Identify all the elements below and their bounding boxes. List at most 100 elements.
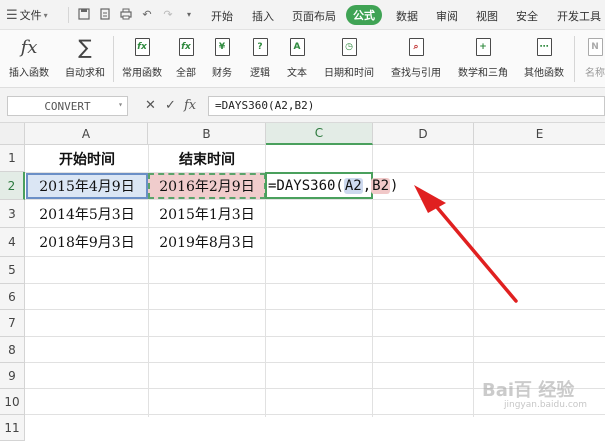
cell-a2[interactable]: 2015年4月9日 xyxy=(26,173,148,199)
all-functions-label: 全部 xyxy=(176,68,196,79)
row-header-10[interactable]: 10 xyxy=(0,389,25,415)
cell-a1[interactable]: 开始时间 xyxy=(26,145,148,172)
row-header-6[interactable]: 6 xyxy=(0,284,25,310)
row-header-8[interactable]: 8 xyxy=(0,337,25,363)
tab-page-layout[interactable]: 页面布局 xyxy=(292,8,336,24)
column-header-a[interactable]: A xyxy=(25,123,148,145)
confirm-icon[interactable]: ✓ xyxy=(165,98,176,113)
column-header-c[interactable]: C xyxy=(266,123,373,145)
cell-b3[interactable]: 2015年1月3日 xyxy=(149,200,265,227)
file-menu-label: 文件 xyxy=(19,9,42,22)
column-header-e[interactable]: E xyxy=(474,123,605,145)
name-box-value: CONVERT xyxy=(44,99,91,113)
logic-icon: ? xyxy=(249,36,271,58)
math-trig-icon: + xyxy=(472,36,494,58)
cancel-icon[interactable]: ✕ xyxy=(145,98,156,113)
tab-data[interactable]: 数据 xyxy=(396,8,418,24)
spreadsheet-grid: A B C D E 1 2 3 4 5 6 7 8 9 10 11 开始时间 结… xyxy=(0,123,605,441)
fx-icon[interactable]: fx xyxy=(184,98,196,113)
function-library-icon: fx xyxy=(175,36,197,58)
finance-button[interactable]: ¥ 财务 xyxy=(206,34,238,84)
logic-button[interactable]: ? 逻辑 xyxy=(244,34,276,84)
formula-input[interactable]: =DAYS360(A2,B2) xyxy=(208,96,605,116)
date-time-label: 日期和时间 xyxy=(324,68,374,79)
common-functions-label: 常用函数 xyxy=(122,68,162,79)
quick-access-dropdown-icon[interactable]: ▾ xyxy=(181,6,197,22)
watermark-logo: Bai百 经验 xyxy=(482,380,575,401)
tab-home[interactable]: 开始 xyxy=(211,8,233,24)
export-pdf-icon[interactable] xyxy=(97,6,113,22)
autosum-label: 自动求和 xyxy=(65,68,105,79)
redo-icon[interactable]: ↷ xyxy=(160,6,176,22)
row-header-9[interactable]: 9 xyxy=(0,363,25,389)
watermark-url: jingyan.baidu.com xyxy=(504,400,588,410)
name-manager-label: 名称 xyxy=(585,68,605,79)
column-header-d[interactable]: D xyxy=(373,123,474,145)
insert-function-button[interactable]: fx 插入函数 xyxy=(6,34,52,84)
text-functions-label: 文本 xyxy=(287,68,307,79)
tab-developer[interactable]: 开发工具 xyxy=(557,8,601,24)
hamburger-icon: ☰ xyxy=(6,7,18,23)
cell-b1[interactable]: 结束时间 xyxy=(149,145,265,172)
undo-icon[interactable]: ↶ xyxy=(139,6,155,22)
annotation-arrow xyxy=(414,185,518,303)
formula-bar: CONVERT ▾ ✕ ✓ fx =DAYS360(A2,B2) xyxy=(0,88,605,123)
date-time-button[interactable]: ◷ 日期和时间 xyxy=(318,34,380,84)
tab-formulas[interactable]: 公式 xyxy=(346,5,382,25)
math-trig-button[interactable]: + 数学和三角 xyxy=(452,34,514,84)
save-icon[interactable] xyxy=(76,6,92,22)
in-cell-formula: =DAYS360( A2 , B2 ) xyxy=(268,175,398,197)
row-header-1[interactable]: 1 xyxy=(0,145,25,172)
cell-a4[interactable]: 2018年9月3日 xyxy=(26,228,148,256)
common-functions-button[interactable]: fx 常用函数 xyxy=(116,34,168,84)
cell-b2[interactable]: 2016年2月9日 xyxy=(148,173,266,199)
lookup-reference-label: 查找与引用 xyxy=(391,68,441,79)
select-all-corner[interactable] xyxy=(0,123,25,145)
all-functions-button[interactable]: fx 全部 xyxy=(170,34,202,84)
lookup-icon: ⌕ xyxy=(405,36,427,58)
row-header-7[interactable]: 7 xyxy=(0,310,25,337)
formula-suffix: ) xyxy=(390,178,399,194)
more-functions-button[interactable]: ⋯ 其他函数 xyxy=(518,34,570,84)
lookup-reference-button[interactable]: ⌕ 查找与引用 xyxy=(384,34,448,84)
math-trig-label: 数学和三角 xyxy=(458,68,508,79)
fx-icon: fx xyxy=(20,36,38,58)
star-function-icon: fx xyxy=(131,36,153,58)
row-header-4[interactable]: 4 xyxy=(0,228,25,257)
more-functions-icon: ⋯ xyxy=(533,36,555,58)
text-functions-button[interactable]: A 文本 xyxy=(281,34,313,84)
name-manager-button[interactable]: N 名称 xyxy=(580,34,605,84)
chevron-down-icon: ▾ xyxy=(118,100,123,109)
row-header-2[interactable]: 2 xyxy=(0,172,25,200)
menu-bar: ☰ 文件 ▾ ↶ ↷ ▾ 开始 插入 页面布局 公式 数据 审阅 视图 安全 开… xyxy=(0,0,605,30)
row-header-11[interactable]: 11 xyxy=(0,415,25,441)
column-header-b[interactable]: B xyxy=(148,123,266,145)
print-icon[interactable] xyxy=(118,6,134,22)
finance-label: 财务 xyxy=(212,68,232,79)
finance-icon: ¥ xyxy=(211,36,233,58)
autosum-button[interactable]: ∑ 自动求和 xyxy=(58,34,112,84)
date-time-icon: ◷ xyxy=(338,36,360,58)
logic-label: 逻辑 xyxy=(250,68,270,79)
formulas-ribbon: fx 插入函数 ∑ 自动求和 fx 常用函数 fx 全部 ¥ 财务 ? 逻辑 A… xyxy=(0,30,605,88)
tab-insert[interactable]: 插入 xyxy=(252,8,274,24)
cell-b4[interactable]: 2019年8月3日 xyxy=(149,228,265,256)
row-header-3[interactable]: 3 xyxy=(0,200,25,228)
more-functions-label: 其他函数 xyxy=(524,68,564,79)
text-function-icon: A xyxy=(286,36,308,58)
name-manager-icon: N xyxy=(584,36,605,58)
file-menu[interactable]: ☰ 文件 ▾ xyxy=(6,7,48,23)
tab-view[interactable]: 视图 xyxy=(476,8,498,24)
tab-security[interactable]: 安全 xyxy=(516,8,538,24)
sigma-icon: ∑ xyxy=(78,35,92,59)
insert-function-label: 插入函数 xyxy=(9,68,49,79)
formula-ref-b2: B2 xyxy=(371,178,391,194)
cell-a3[interactable]: 2014年5月3日 xyxy=(26,200,148,227)
row-header-5[interactable]: 5 xyxy=(0,257,25,284)
name-box[interactable]: CONVERT ▾ xyxy=(7,96,128,116)
formula-separator: , xyxy=(362,178,372,194)
chevron-down-icon: ▾ xyxy=(43,10,48,20)
formula-prefix: =DAYS360( xyxy=(268,178,344,194)
formula-ref-a2: A2 xyxy=(343,178,363,194)
tab-review[interactable]: 审阅 xyxy=(436,8,458,24)
